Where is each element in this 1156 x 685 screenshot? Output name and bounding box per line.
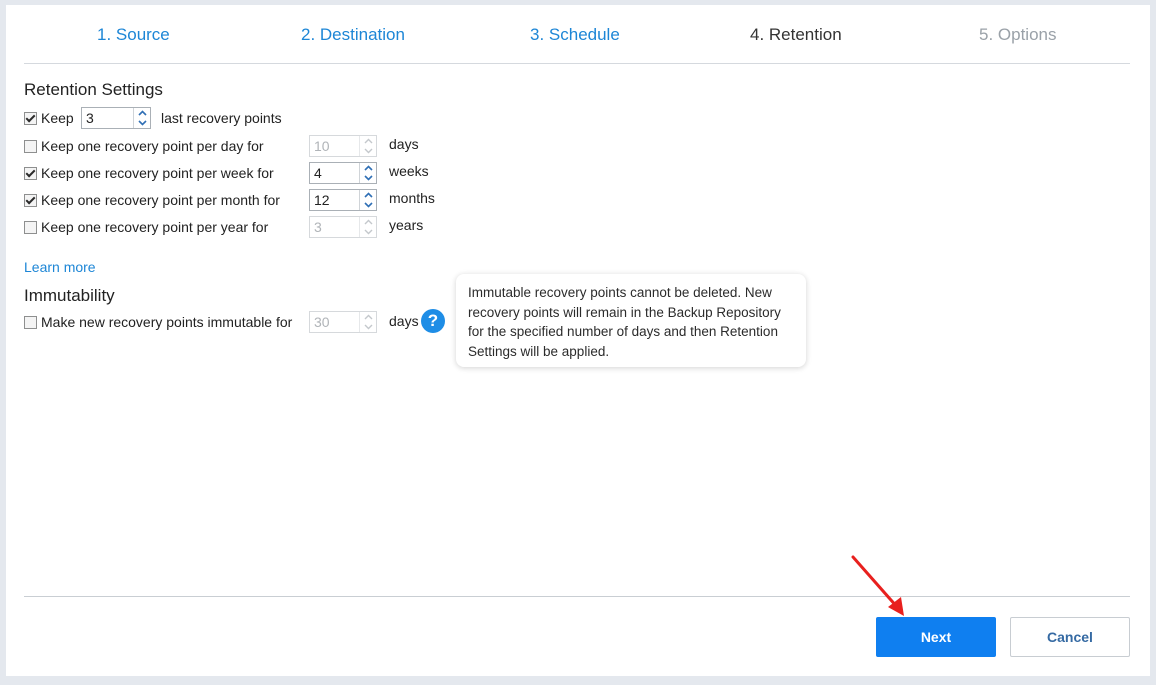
keep-last-checkbox[interactable]	[24, 112, 37, 125]
next-button[interactable]: Next	[876, 617, 996, 657]
per-year-stepper	[309, 216, 377, 238]
keep-last-input[interactable]	[82, 108, 134, 128]
step-source[interactable]: 1. Source	[97, 25, 170, 45]
wizard-steps: 1. Source 2. Destination 3. Schedule 4. …	[24, 5, 1130, 64]
per-month-label: Keep one recovery point per month for	[41, 192, 280, 208]
per-year-checkbox[interactable]	[24, 221, 37, 234]
help-icon[interactable]: ?	[421, 309, 445, 333]
spin-up-icon	[360, 312, 376, 322]
immutability-stepper	[309, 311, 377, 333]
immutability-row: Make new recovery points immutable for d…	[24, 311, 444, 335]
per-day-row: Keep one recovery point per day for days	[24, 135, 444, 159]
wizard-panel: 1. Source 2. Destination 3. Schedule 4. …	[6, 5, 1150, 676]
immutability-tooltip: Immutable recovery points cannot be dele…	[456, 274, 806, 367]
per-day-stepper	[309, 135, 377, 157]
per-week-input[interactable]	[310, 163, 362, 183]
spin-down-icon[interactable]	[360, 173, 376, 183]
per-month-checkbox[interactable]	[24, 194, 37, 207]
immutability-input	[310, 312, 362, 332]
per-day-checkbox[interactable]	[24, 140, 37, 153]
per-year-input	[310, 217, 362, 237]
keep-last-row: Keep last recovery points	[24, 107, 424, 131]
step-retention: 4. Retention	[750, 25, 842, 44]
keep-last-stepper[interactable]	[81, 107, 151, 129]
per-week-stepper[interactable]	[309, 162, 377, 184]
per-year-row: Keep one recovery point per year for yea…	[24, 216, 444, 240]
per-day-unit: days	[389, 136, 419, 152]
immutability-checkbox[interactable]	[24, 316, 37, 329]
per-month-row: Keep one recovery point per month for mo…	[24, 189, 454, 213]
spin-down-icon[interactable]	[360, 200, 376, 210]
learn-more-link[interactable]: Learn more	[24, 259, 96, 275]
spin-up-icon[interactable]	[134, 108, 150, 118]
step-options: 5. Options	[979, 25, 1057, 44]
per-week-unit: weeks	[389, 163, 429, 179]
retention-settings-title: Retention Settings	[24, 80, 163, 99]
annotation-arrow-icon	[851, 555, 904, 616]
spin-up-icon[interactable]	[360, 190, 376, 200]
spin-up-icon	[360, 217, 376, 227]
step-destination[interactable]: 2. Destination	[301, 25, 405, 45]
per-month-input[interactable]	[310, 190, 362, 210]
per-year-unit: years	[389, 217, 424, 233]
spin-down-icon	[360, 322, 376, 332]
per-month-unit: months	[389, 190, 435, 206]
spin-down-icon	[360, 227, 376, 237]
immutability-unit: days	[389, 313, 419, 329]
footer-divider	[24, 596, 1130, 597]
spin-up-icon	[360, 136, 376, 146]
immutability-label: Make new recovery points immutable for	[41, 314, 293, 330]
immutability-title: Immutability	[24, 286, 115, 305]
per-week-label: Keep one recovery point per week for	[41, 165, 274, 181]
keep-last-label: Keep	[41, 110, 74, 126]
step-schedule[interactable]: 3. Schedule	[530, 25, 620, 45]
keep-last-suffix: last recovery points	[161, 110, 282, 126]
per-week-checkbox[interactable]	[24, 167, 37, 180]
per-week-row: Keep one recovery point per week for wee…	[24, 162, 444, 186]
per-day-input	[310, 136, 362, 156]
per-day-label: Keep one recovery point per day for	[41, 138, 264, 154]
cancel-button[interactable]: Cancel	[1010, 617, 1130, 657]
per-month-stepper[interactable]	[309, 189, 377, 211]
spin-up-icon[interactable]	[360, 163, 376, 173]
spin-down-icon[interactable]	[134, 118, 150, 128]
spin-down-icon	[360, 146, 376, 156]
per-year-label: Keep one recovery point per year for	[41, 219, 269, 235]
